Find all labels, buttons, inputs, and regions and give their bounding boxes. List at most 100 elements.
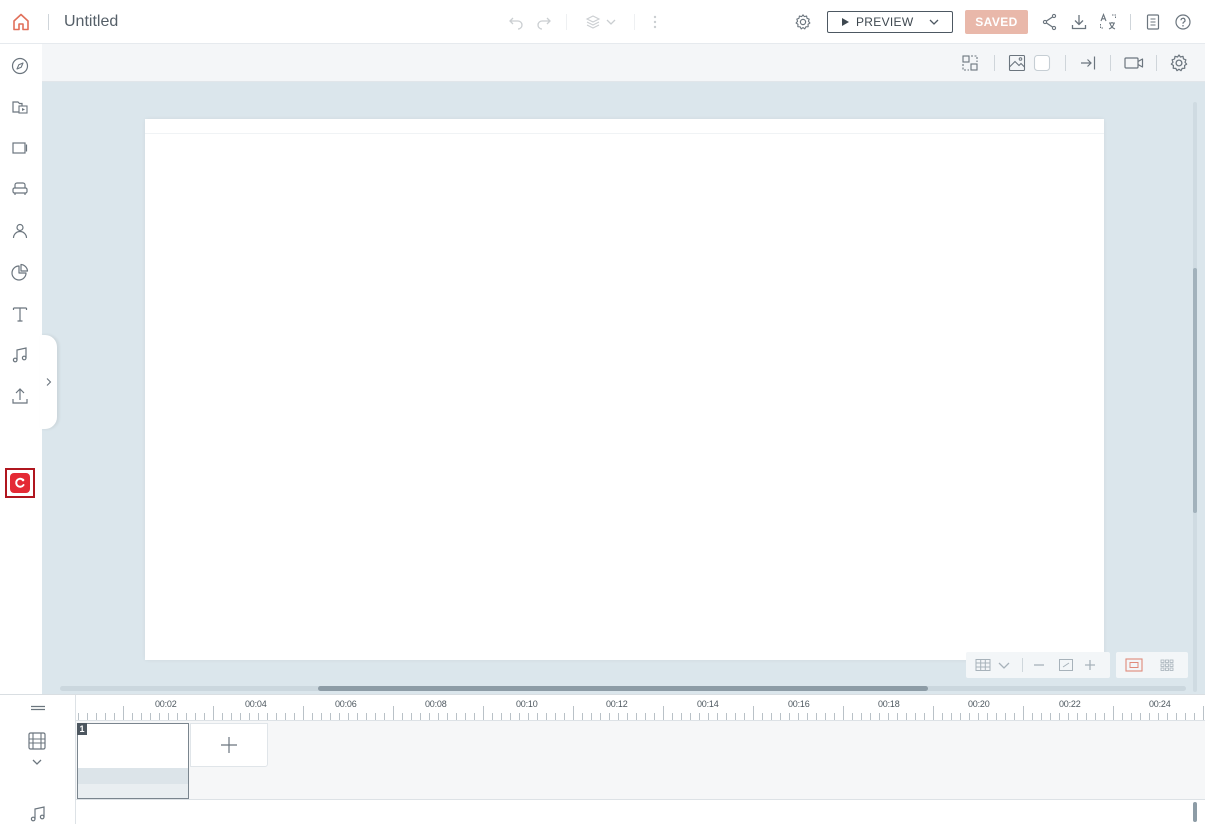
- ruler-tick: [1185, 713, 1186, 720]
- scene-settings-icon[interactable]: [1169, 44, 1189, 82]
- ruler-tick: [159, 713, 160, 720]
- timeline-drag-handle-icon[interactable]: [29, 699, 47, 717]
- chevron-down-icon[interactable]: [928, 16, 940, 28]
- folder-media-icon[interactable]: [8, 95, 32, 119]
- redo-icon[interactable]: [536, 0, 552, 44]
- text-icon[interactable]: [8, 302, 32, 326]
- ruler-tick: [528, 713, 529, 720]
- transition-icon[interactable]: [1078, 44, 1098, 82]
- scene-canvas[interactable]: [145, 119, 1104, 660]
- zoom-out-icon[interactable]: [1032, 652, 1046, 678]
- vertical-scrollbar-thumb[interactable]: [1193, 268, 1197, 513]
- settings-gear-icon[interactable]: [794, 0, 812, 44]
- canvas-toolbar: [42, 44, 1205, 82]
- ruler-tick: [645, 713, 646, 720]
- ruler-tick: [600, 713, 601, 720]
- compass-icon[interactable]: [8, 54, 32, 78]
- ruler-tick: [1113, 706, 1114, 720]
- ruler-tick: [969, 713, 970, 720]
- divider: [566, 14, 567, 30]
- ruler-tick: [1014, 713, 1015, 720]
- ruler-tick: [708, 713, 709, 720]
- canvas-workspace: [42, 82, 1205, 694]
- ruler-tick: [1158, 713, 1159, 720]
- ruler-tick: [438, 713, 439, 720]
- timeline-ruler[interactable]: 00:02 00:04 00:06 00:08 00:10 00:12 00:1…: [76, 695, 1205, 721]
- ruler-tick: [1149, 713, 1150, 720]
- chart-icon[interactable]: [8, 260, 32, 284]
- audio-track[interactable]: [76, 799, 1205, 824]
- background-color-swatch[interactable]: [1033, 44, 1051, 82]
- ruler-tick: [375, 713, 376, 720]
- add-scene-button[interactable]: [190, 723, 268, 767]
- brand-app-icon[interactable]: [5, 468, 35, 498]
- ruler-tick: [177, 713, 178, 720]
- ruler-tick: [609, 713, 610, 720]
- project-title[interactable]: Untitled: [64, 0, 118, 44]
- ruler-tick: [87, 713, 88, 720]
- ruler-tick: [258, 713, 259, 720]
- fit-screen-icon[interactable]: [1058, 652, 1074, 678]
- scene-thumbnail[interactable]: [77, 723, 189, 799]
- zoom-controls: [966, 652, 1110, 678]
- home-icon[interactable]: [10, 0, 32, 44]
- ruler-tick: [204, 713, 205, 720]
- ruler-tick: [1167, 713, 1168, 720]
- arrange-icon[interactable]: [960, 44, 980, 82]
- ruler-tick: [924, 713, 925, 720]
- ruler-tick: [123, 706, 124, 720]
- ruler-tick: [1059, 713, 1060, 720]
- ruler-tick: [393, 706, 394, 720]
- ruler-tick: [1050, 713, 1051, 720]
- ruler-tick: [870, 713, 871, 720]
- notes-icon[interactable]: [1145, 0, 1161, 44]
- music-track-icon[interactable]: [28, 803, 48, 824]
- chevron-down-icon[interactable]: [31, 755, 43, 769]
- grid-icon[interactable]: [975, 652, 991, 678]
- ruler-tick: [96, 713, 97, 720]
- timeline-scrollbar-thumb[interactable]: [1193, 802, 1197, 822]
- translate-icon[interactable]: [1098, 0, 1118, 44]
- preview-button[interactable]: PREVIEW: [827, 11, 953, 33]
- ruler-tick: [996, 713, 997, 720]
- music-icon[interactable]: [8, 343, 32, 367]
- help-icon[interactable]: [1174, 0, 1192, 44]
- saved-button[interactable]: SAVED: [965, 10, 1028, 34]
- character-icon[interactable]: [8, 219, 32, 243]
- background-image-icon[interactable]: [1007, 44, 1027, 82]
- canvas-guide: [145, 133, 1104, 134]
- time-mark: 00:14: [697, 699, 719, 709]
- download-icon[interactable]: [1070, 0, 1088, 44]
- ruler-tick: [591, 713, 592, 720]
- horizontal-scrollbar-thumb[interactable]: [318, 686, 928, 691]
- undo-icon[interactable]: [508, 0, 524, 44]
- ruler-tick: [573, 706, 574, 720]
- ruler-tick: [1140, 713, 1141, 720]
- ruler-tick: [951, 713, 952, 720]
- chevron-down-icon[interactable]: [997, 652, 1011, 678]
- props-icon[interactable]: [8, 177, 32, 201]
- ruler-tick: [807, 713, 808, 720]
- zoom-in-icon[interactable]: [1083, 652, 1097, 678]
- layers-icon[interactable]: [585, 0, 601, 44]
- play-icon: [842, 18, 849, 26]
- more-vertical-icon[interactable]: [651, 0, 659, 44]
- scenes-track-icon[interactable]: [26, 729, 48, 753]
- divider: [994, 55, 995, 71]
- ruler-tick: [897, 713, 898, 720]
- grid-view-icon[interactable]: [1159, 652, 1175, 678]
- ruler-tick: [843, 706, 844, 720]
- video-camera-icon[interactable]: [1123, 44, 1145, 82]
- time-mark: 00:08: [425, 699, 447, 709]
- divider: [1065, 55, 1066, 71]
- canvas-view-icon[interactable]: [1125, 652, 1143, 678]
- ruler-tick: [1203, 706, 1204, 720]
- ruler-tick: [627, 713, 628, 720]
- ruler-tick: [465, 713, 466, 720]
- frames-icon[interactable]: [8, 136, 32, 160]
- upload-icon[interactable]: [8, 384, 32, 408]
- chevron-down-icon[interactable]: [605, 0, 617, 44]
- sidebar-expand-tab[interactable]: [40, 335, 57, 429]
- share-icon[interactable]: [1041, 0, 1057, 44]
- ruler-tick: [771, 713, 772, 720]
